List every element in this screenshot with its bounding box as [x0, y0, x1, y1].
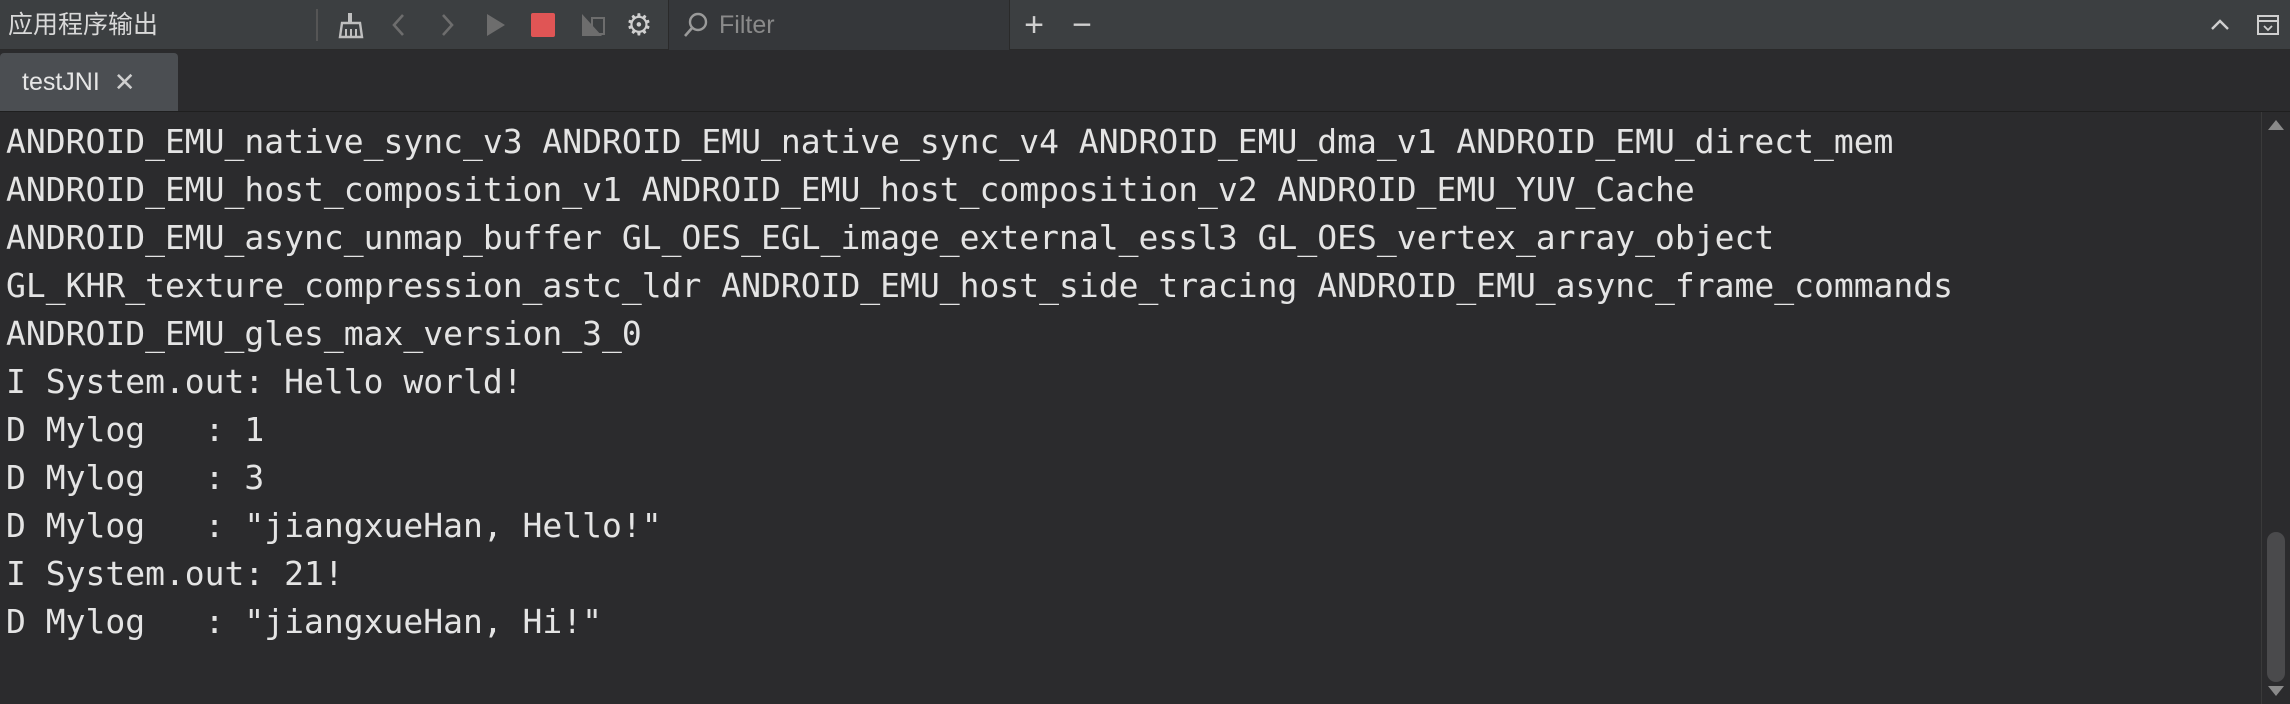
log-line: ANDROID_EMU_host_composition_v1 ANDROID_… — [6, 170, 1695, 209]
forward-icon[interactable] — [429, 7, 465, 43]
panel-title: 应用程序输出 — [8, 10, 159, 39]
tab-bar: testJNI ✕ — [0, 50, 2290, 112]
maximize-icon[interactable] — [2250, 7, 2286, 43]
log-line: D Mylog : "jiangxueHan, Hi!" — [6, 602, 603, 641]
log-line: GL_KHR_texture_compression_astc_ldr ANDR… — [6, 266, 1954, 305]
back-icon[interactable] — [381, 7, 417, 43]
filter-input[interactable] — [713, 9, 1001, 41]
log-line: I System.out: Hello world! — [6, 362, 523, 401]
settings-icon[interactable]: ⚙ — [621, 7, 657, 43]
log-line: ANDROID_EMU_async_unmap_buffer GL_OES_EG… — [6, 218, 1775, 257]
vertical-scrollbar[interactable] — [2261, 112, 2290, 704]
console-output[interactable]: ANDROID_EMU_native_sync_v3 ANDROID_EMU_n… — [0, 112, 2262, 704]
remove-icon[interactable]: − — [1064, 6, 1100, 44]
stop-icon[interactable] — [525, 7, 561, 43]
log-line: ANDROID_EMU_gles_max_version_3_0 — [6, 314, 642, 353]
tab-testjni[interactable]: testJNI ✕ — [0, 53, 178, 111]
close-icon[interactable]: ✕ — [114, 69, 136, 95]
filter-field[interactable] — [668, 0, 1010, 50]
log-line: D Mylog : "jiangxueHan, Hello!" — [6, 506, 662, 545]
build-icon[interactable] — [575, 7, 611, 43]
run-icon[interactable] — [477, 7, 513, 43]
log-line: I System.out: 21! — [6, 554, 344, 593]
add-icon[interactable]: + — [1016, 6, 1052, 44]
output-toolbar: 应用程序输出 ⚙ + − — [0, 0, 2290, 50]
scroll-down-icon[interactable] — [2268, 686, 2284, 696]
scroll-up-icon[interactable] — [2268, 120, 2284, 130]
toolbar-separator — [316, 9, 318, 41]
scroll-thumb[interactable] — [2267, 532, 2285, 682]
log-line: D Mylog : 1 — [6, 410, 265, 449]
log-line: ANDROID_EMU_native_sync_v3 ANDROID_EMU_n… — [6, 122, 1894, 161]
tab-label: testJNI — [22, 67, 100, 96]
search-icon — [679, 8, 713, 42]
clear-icon[interactable] — [333, 7, 369, 43]
log-line: D Mylog : 3 — [6, 458, 265, 497]
collapse-icon[interactable] — [2202, 7, 2238, 43]
